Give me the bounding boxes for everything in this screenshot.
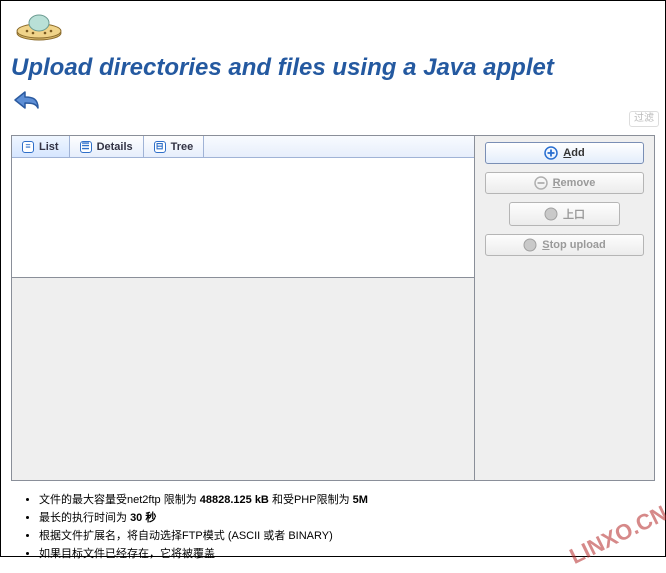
applet-container: ≡ List ☰ Details ⊟ Tree: [11, 135, 655, 481]
remove-button[interactable]: Remove: [485, 172, 644, 194]
button-label: 上口: [563, 206, 585, 222]
filter-chip[interactable]: 过滤: [629, 111, 659, 127]
button-label: Add: [563, 147, 584, 159]
note-item: 如果目标文件已经存在，它将被覆盖: [39, 547, 649, 563]
content-area: [12, 278, 474, 480]
main-pane: ≡ List ☰ Details ⊟ Tree: [11, 135, 475, 481]
back-button[interactable]: [11, 88, 41, 117]
add-button[interactable]: Add: [485, 142, 644, 164]
tab-label: List: [39, 141, 59, 153]
stop-upload-button[interactable]: Stop upload: [485, 234, 644, 256]
upload-icon: [544, 207, 558, 221]
tree-icon: ⊟: [154, 141, 166, 153]
button-label: Stop upload: [542, 239, 606, 251]
tab-label: Tree: [171, 141, 194, 153]
note-item: 最长的执行时间为 30 秒: [39, 511, 649, 527]
stop-icon: [523, 238, 537, 252]
tab-label: Details: [97, 141, 133, 153]
button-label: Remove: [553, 177, 596, 189]
tab-list[interactable]: ≡ List: [12, 136, 70, 157]
plus-icon: [544, 146, 558, 160]
note-item: 根据文件扩展名，将自动选择FTP模式 (ASCII 或者 BINARY): [39, 529, 649, 545]
app-logo: [11, 9, 655, 48]
list-icon: ≡: [22, 141, 34, 153]
file-list-area[interactable]: [12, 158, 474, 278]
tab-tree[interactable]: ⊟ Tree: [144, 136, 205, 157]
minus-icon: [534, 176, 548, 190]
page-title: Upload directories and files using a Jav…: [11, 54, 655, 82]
notes-list: 文件的最大容量受net2ftp 限制为 48828.125 kB 和受PHP限制…: [23, 493, 649, 563]
tab-details[interactable]: ☰ Details: [70, 136, 144, 157]
upload-button[interactable]: 上口: [509, 202, 620, 226]
details-icon: ☰: [80, 141, 92, 153]
tab-bar: ≡ List ☰ Details ⊟ Tree: [12, 136, 474, 158]
note-item: 文件的最大容量受net2ftp 限制为 48828.125 kB 和受PHP限制…: [39, 493, 649, 509]
side-pane: Add Remove 上口: [475, 135, 655, 481]
